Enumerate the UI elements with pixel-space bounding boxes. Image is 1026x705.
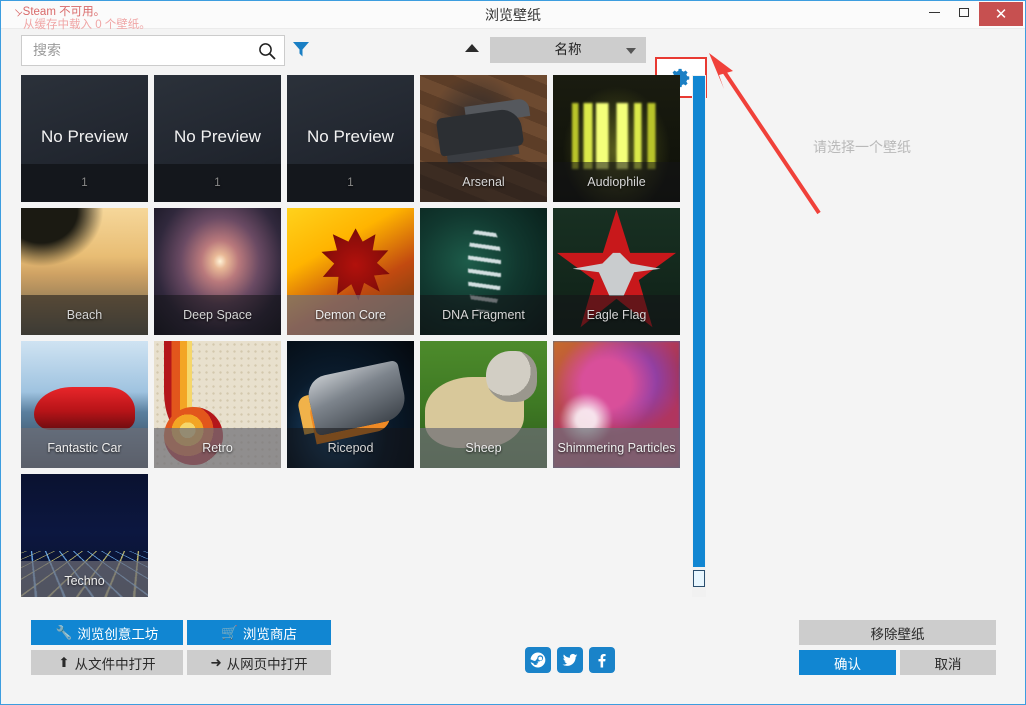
- minimize-button[interactable]: [919, 2, 949, 23]
- wallpaper-tile-label: Shimmering Particles: [553, 428, 680, 468]
- sort-select-value: 名称: [490, 37, 646, 63]
- wallpaper-tile[interactable]: Arsenal: [420, 75, 547, 202]
- wallpaper-tile-label: Ricepod: [287, 428, 414, 468]
- wallpaper-tile[interactable]: Shimmering Particles: [553, 341, 680, 468]
- cancel-button[interactable]: 取消: [900, 650, 996, 675]
- wallpaper-grid-area[interactable]: No Preview1No Preview1No Preview1Arsenal…: [21, 75, 687, 597]
- no-preview-text: No Preview: [287, 127, 414, 147]
- open-from-web-button[interactable]: ➜ 从网页中打开: [187, 650, 331, 675]
- wallpaper-tile-label: Sheep: [420, 428, 547, 468]
- wallpaper-tile[interactable]: DNA Fragment: [420, 208, 547, 335]
- twitter-link[interactable]: [557, 647, 583, 673]
- search-input[interactable]: 搜索: [33, 36, 61, 65]
- arrow-right-icon: ➜: [210, 655, 221, 671]
- open-from-file-button[interactable]: ⬆ 从文件中打开: [31, 650, 183, 675]
- wallpaper-tile-label: Beach: [21, 295, 148, 335]
- browse-wallpapers-window: 浏览壁纸 ✕ ⟂Steam 不可用。 从缓存中载入 0 个壁纸。 搜索 名称: [0, 0, 1026, 705]
- wallpaper-tile[interactable]: Audiophile: [553, 75, 680, 202]
- steam-link[interactable]: [525, 647, 551, 673]
- wallpaper-tile[interactable]: No Preview 1: [21, 75, 148, 202]
- bottom-panel: 🔧 浏览创意工坊 🛒 浏览商店 ⬆ 从文件中打开 ➜ 从网页中打开 移除壁纸 确…: [1, 601, 1025, 704]
- close-button[interactable]: ✕: [979, 2, 1023, 26]
- browse-workshop-button[interactable]: 🔧 浏览创意工坊: [31, 620, 183, 645]
- toolbar: 搜索 名称: [1, 29, 1025, 73]
- remove-wallpaper-button[interactable]: 移除壁纸: [799, 620, 996, 645]
- social-links: [525, 647, 615, 673]
- wallpaper-tile-label: Demon Core: [287, 295, 414, 335]
- steam-icon: [529, 651, 547, 669]
- wallpaper-tile[interactable]: No Preview 1: [287, 75, 414, 202]
- wallpaper-tile-label: Eagle Flag: [553, 295, 680, 335]
- wallpaper-tile-label: Retro: [154, 428, 281, 468]
- wallpaper-tile-label: DNA Fragment: [420, 295, 547, 335]
- wallpaper-tile[interactable]: Sheep: [420, 341, 547, 468]
- wallpaper-tile-label: Techno: [21, 561, 148, 597]
- preview-hint-text: 请选择一个壁纸: [707, 137, 1017, 157]
- wallpaper-tile[interactable]: Beach: [21, 208, 148, 335]
- search-box[interactable]: 搜索: [21, 35, 285, 66]
- grid-scrollbar-end-marker[interactable]: [693, 570, 705, 587]
- no-preview-text: No Preview: [21, 127, 148, 147]
- wallpaper-tile[interactable]: Eagle Flag: [553, 208, 680, 335]
- wallpaper-grid: No Preview1No Preview1No Preview1Arsenal…: [21, 75, 687, 597]
- upload-icon: ⬆: [58, 655, 69, 671]
- maximize-icon: [959, 8, 969, 17]
- search-icon[interactable]: [257, 41, 277, 61]
- grid-scrollbar-track[interactable]: [692, 75, 706, 597]
- minimize-icon: [929, 12, 940, 13]
- browse-store-button[interactable]: 🛒 浏览商店: [187, 620, 331, 645]
- grid-scrollbar-thumb[interactable]: [693, 76, 705, 567]
- wallpaper-tile-label: 1: [287, 164, 414, 202]
- no-preview-text: No Preview: [154, 127, 281, 147]
- wallpaper-tile[interactable]: Ricepod: [287, 341, 414, 468]
- browse-store-label: 浏览商店: [243, 623, 297, 643]
- preview-panel: 请选择一个壁纸: [707, 75, 1017, 597]
- wallpaper-tile[interactable]: Techno: [21, 474, 148, 597]
- cart-icon: 🛒: [221, 625, 238, 641]
- wallpaper-tile[interactable]: Retro: [154, 341, 281, 468]
- sort-ascending-icon[interactable]: [465, 44, 479, 52]
- filter-funnel-icon[interactable]: [292, 40, 310, 58]
- wallpaper-tile[interactable]: No Preview 1: [154, 75, 281, 202]
- maximize-button[interactable]: [949, 2, 979, 23]
- wallpaper-tile-label: Fantastic Car: [21, 428, 148, 468]
- wallpaper-tile-label: Deep Space: [154, 295, 281, 335]
- confirm-button[interactable]: 确认: [799, 650, 896, 675]
- wallpaper-tile-label: Arsenal: [420, 162, 547, 202]
- steam-unavailable-line: ⟂Steam 不可用。: [15, 6, 265, 19]
- browse-workshop-label: 浏览创意工坊: [77, 623, 158, 643]
- wallpaper-tile[interactable]: Deep Space: [154, 208, 281, 335]
- wallpaper-tile[interactable]: Demon Core: [287, 208, 414, 335]
- wrench-icon: 🔧: [56, 625, 73, 641]
- sort-select[interactable]: 名称: [490, 37, 646, 63]
- twitter-icon: [561, 651, 579, 669]
- wallpaper-tile-label: 1: [21, 164, 148, 202]
- facebook-link[interactable]: [589, 647, 615, 673]
- wallpaper-tile-label: Audiophile: [553, 162, 680, 202]
- open-from-file-label: 从文件中打开: [75, 653, 156, 673]
- facebook-icon: [593, 651, 611, 669]
- open-from-web-label: 从网页中打开: [227, 653, 308, 673]
- wallpaper-tile-label: 1: [154, 164, 281, 202]
- chevron-down-icon: [626, 48, 636, 54]
- wallpaper-tile[interactable]: Fantastic Car: [21, 341, 148, 468]
